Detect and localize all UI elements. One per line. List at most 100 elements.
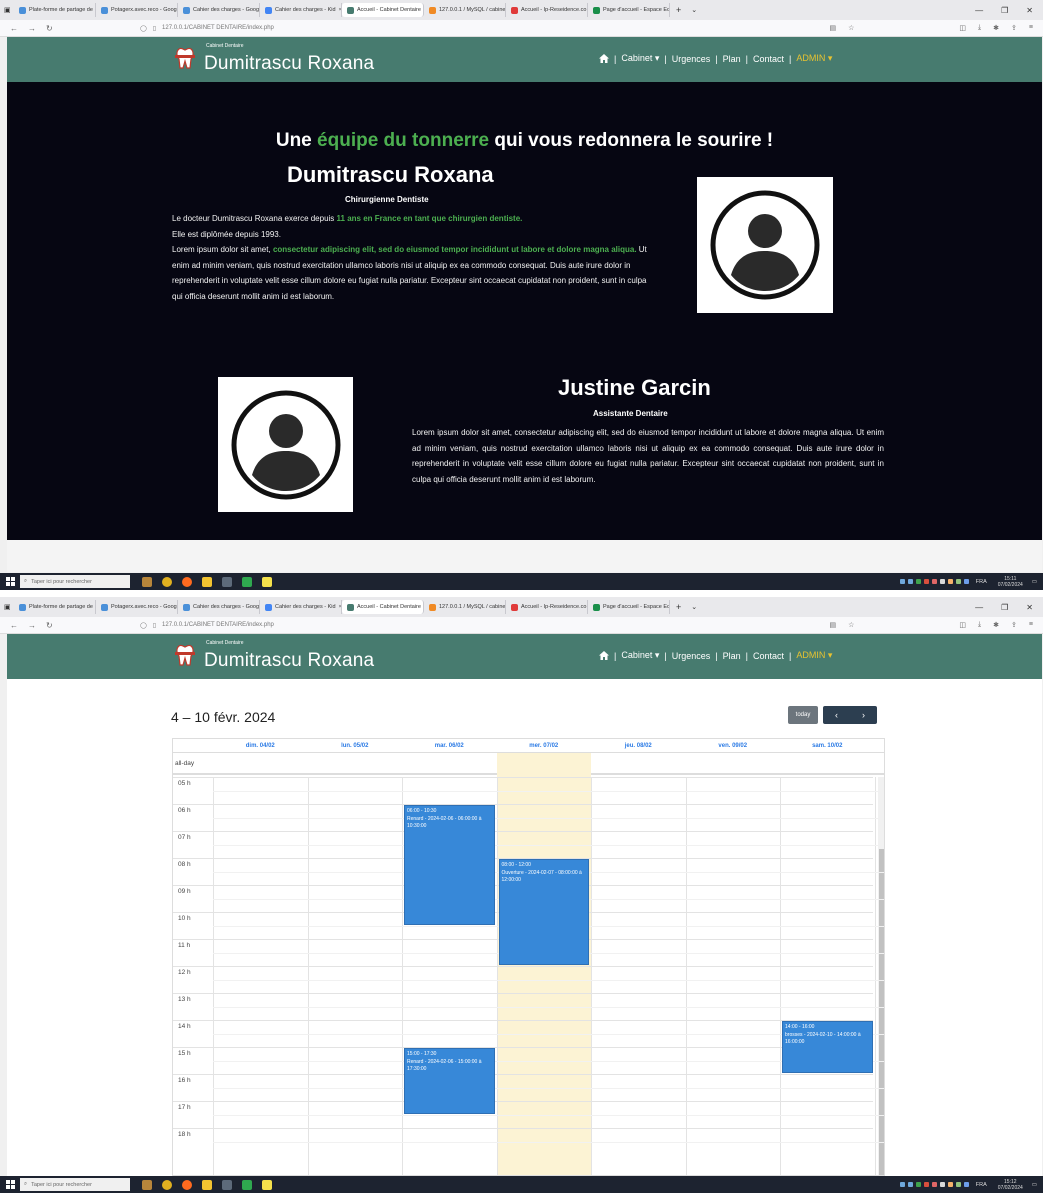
tab-overflow-icon[interactable]: ⌄ [691,603,697,611]
minimize-button[interactable]: — [975,6,983,15]
browser-tab[interactable]: Accueil - Cabinet Dentaire× [342,3,424,17]
taskbar-search[interactable]: ⌕ Taper ici pour rechercher [20,1178,130,1191]
tray-icon[interactable] [955,579,961,584]
calendar-day-header[interactable]: ven. 09/02 [686,739,781,753]
download-icon[interactable]: ⤓ [978,621,981,629]
browser-tab[interactable]: 127.0.0.1 / MySQL / cabine× [424,3,506,17]
browser-tab[interactable]: Accueil - Ip-Reseidence.co× [506,600,588,614]
app-icon-calculator[interactable] [222,576,232,587]
nav-plan[interactable]: Plan [723,54,741,64]
taskbar-clock[interactable]: 15:11 07/02/2024 [998,576,1023,588]
app-icon-firefox[interactable] [182,1179,192,1190]
share-icon[interactable]: ⇪ [1011,621,1017,629]
browser-tab[interactable]: Potagerx.avec.reco - Goog× [96,600,178,614]
minimize-button[interactable]: — [975,603,983,612]
nav-contact[interactable]: Contact [753,54,784,64]
tray-icon[interactable] [923,1182,929,1187]
tray-icon[interactable] [931,1182,937,1187]
app-icon-widget[interactable] [142,1179,152,1190]
browser-tab[interactable]: Plate-forme de partage de× [14,3,96,17]
browser-tab[interactable]: Cahier des charges - Goog× [178,3,260,17]
tray-icon[interactable] [931,579,937,584]
windows-start-icon[interactable] [0,577,20,586]
nav-admin[interactable]: ADMIN ▾ [796,53,832,64]
language-indicator[interactable]: FRA [976,1182,987,1188]
language-indicator[interactable]: FRA [976,579,987,585]
pocket-icon[interactable]: ◫ [959,621,966,629]
notification-icon[interactable]: ▭ [1032,1182,1037,1188]
tray-icon[interactable] [907,579,913,584]
app-icon-firefox[interactable] [182,576,192,587]
browser-tab[interactable]: Potagerx.avec.reco - Goog× [96,3,178,17]
download-icon[interactable]: ⤓ [978,24,981,32]
back-icon[interactable]: ← [10,24,18,33]
new-tab-button[interactable]: + [676,5,681,15]
nav-urgences[interactable]: Urgences [672,651,711,661]
home-icon[interactable] [599,651,609,660]
back-icon[interactable]: ← [10,621,18,630]
menu-icon[interactable]: ≡ [1029,24,1033,32]
tray-icon[interactable] [915,579,921,584]
url-field[interactable]: ◯ ▯ 127.0.0.1/CABINET DENTAIRE/index.php [140,622,830,629]
tab-list-icon[interactable]: ▣ [4,6,14,14]
app-icon-chrome[interactable] [162,576,172,587]
app-icon-calculator[interactable] [222,1179,232,1190]
tray-icon[interactable] [899,1182,905,1187]
browser-tab[interactable]: Cahier des charges - Goog× [178,600,260,614]
bookmark-star-icon[interactable]: ☆ [848,24,854,32]
app-icon-widget[interactable] [142,576,152,587]
url-field[interactable]: ◯ ▯ 127.0.0.1/CABINET DENTAIRE/index.php [140,25,830,32]
tab-list-icon[interactable]: ▣ [4,603,14,611]
app-icon-paint[interactable] [242,576,252,587]
prev-week-button[interactable]: ‹ [823,706,850,724]
next-week-button[interactable]: › [850,706,877,724]
bookmark-star-icon[interactable]: ☆ [848,621,854,629]
nav-admin[interactable]: ADMIN ▾ [796,650,832,661]
pocket-icon[interactable]: ◫ [959,24,966,32]
today-button[interactable]: today [788,706,818,724]
browser-tab[interactable]: Plate-forme de partage de× [14,600,96,614]
nav-cabinet[interactable]: Cabinet ▾ [621,650,659,661]
tray-icon[interactable] [947,1182,953,1187]
home-icon[interactable] [599,54,609,63]
calendar-time-grid[interactable]: 05 h 06 h 07 h 08 h 09 h 10 h 11 h 12 h 13 h 14 h… [173,753,884,1175]
share-icon[interactable]: ⇪ [1011,24,1017,32]
tray-icon[interactable] [939,1182,945,1187]
reload-icon[interactable]: ↻ [46,621,53,630]
browser-tab[interactable]: 127.0.0.1 / MySQL / cabine× [424,600,506,614]
windows-start-icon[interactable] [0,1180,20,1189]
tray-icon[interactable] [907,1182,913,1187]
calendar-day-header[interactable]: sam. 10/02 [780,739,875,753]
reader-icon[interactable]: ▤ [830,621,837,629]
nav-contact[interactable]: Contact [753,651,784,661]
browser-tab[interactable]: Page d'accueil - Espace Ec× [588,600,670,614]
nav-urgences[interactable]: Urgences [672,54,711,64]
calendar-event[interactable]: 06:00 - 10:30 Renard - 2024-02-06 - 06:00… [404,805,495,925]
app-icon-paint[interactable] [242,1179,252,1190]
notification-icon[interactable]: ▭ [1032,579,1037,585]
app-icon-explorer[interactable] [202,576,212,587]
tray-icon[interactable] [939,579,945,584]
app-icon-chrome[interactable] [162,1179,172,1190]
tray-icon[interactable] [963,579,969,584]
app-icon-notes[interactable] [262,1179,272,1190]
calendar-event[interactable]: 08:00 - 12:00 Ouverture - 2024-02-07 - 08… [498,859,589,965]
tray-icon[interactable] [947,579,953,584]
browser-tab[interactable]: Cahier des charges - Kid × [260,600,342,614]
browser-tab[interactable]: Cahier des charges - Kid × [260,3,342,17]
browser-tab[interactable]: Page d'accueil - Espace Ec× [588,3,670,17]
forward-icon[interactable]: → [28,24,36,33]
extension-icon[interactable]: ✱ [993,24,999,32]
close-window-button[interactable]: ✕ [1026,603,1033,612]
app-icon-notes[interactable] [262,576,272,587]
tray-icon[interactable] [955,1182,961,1187]
tray-icon[interactable] [963,1182,969,1187]
calendar-day-header[interactable]: lun. 05/02 [308,739,403,753]
reload-icon[interactable]: ↻ [46,24,53,33]
site-brand[interactable]: Cabinet Dentaire Dumitrascu Roxana [172,638,374,672]
close-window-button[interactable]: ✕ [1026,6,1033,15]
calendar-day-header[interactable]: jeu. 08/02 [591,739,686,753]
calendar-day-header[interactable]: mer. 07/02 [497,739,592,753]
reader-icon[interactable]: ▤ [830,24,837,32]
taskbar-search[interactable]: ⌕ Taper ici pour rechercher [20,575,130,588]
